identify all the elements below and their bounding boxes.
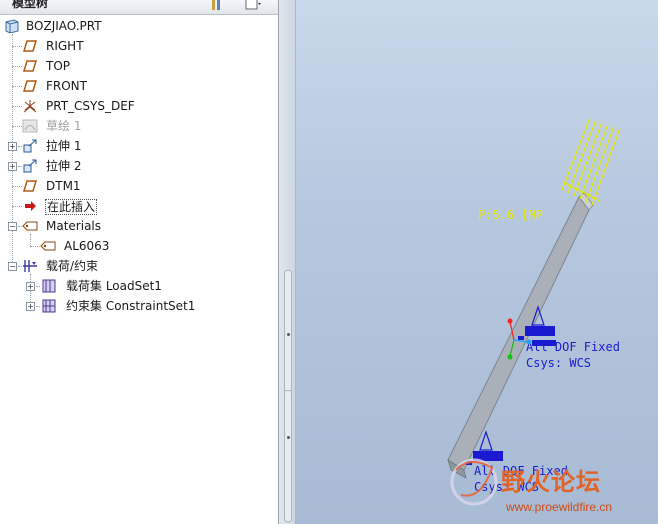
tree-item-csys[interactable]: PRT_CSYS_DEF: [0, 96, 270, 116]
constraintset-icon: [42, 299, 56, 313]
materials-icon: [22, 221, 38, 231]
panel-splitter[interactable]: [279, 0, 296, 524]
collapse-toggle[interactable]: −: [8, 222, 17, 231]
tree-item-label: 在此插入: [45, 199, 98, 215]
tree-item-label: 拉伸 2: [46, 159, 82, 173]
dof-label-upper: All DOF Fixed: [526, 340, 620, 354]
tree-item-extrude-1[interactable]: + 拉伸 1: [0, 136, 270, 156]
tree-item-sketch[interactable]: 草绘 1: [0, 116, 270, 136]
tree-item-constraintset1[interactable]: + 约束集 ConstraintSet1: [0, 296, 270, 316]
model-tree-header: 模型树: [0, 0, 278, 15]
watermark-url: www.proewildfire.cn: [506, 500, 613, 514]
expand-toggle[interactable]: +: [8, 142, 17, 151]
csys-label-upper: Csys: WCS: [526, 356, 591, 370]
material-item-icon: [40, 241, 56, 251]
tree-item-label: 拉伸 1: [46, 139, 82, 153]
watermark-name: 野火论坛: [501, 468, 601, 496]
tree-item-loadset1[interactable]: + 载荷集 LoadSet1: [0, 276, 270, 296]
csys-icon: [23, 100, 37, 113]
tree-item-label: FRONT: [46, 79, 87, 93]
tree-item-label: 载荷/约束: [46, 259, 99, 273]
datum-plane-icon: [22, 60, 38, 72]
datum-plane-icon: [22, 40, 38, 52]
tree-item-part[interactable]: BOZJIAO.PRT: [0, 16, 270, 36]
pressure-label: P:5.6 [MP: [478, 208, 543, 222]
splitter-grip-top[interactable]: [284, 270, 292, 402]
insert-arrow-icon: [25, 201, 36, 211]
datum-plane-icon: [22, 180, 38, 192]
tree-item-label: PRT_CSYS_DEF: [46, 99, 135, 113]
tree-item-label: 草绘 1: [46, 119, 82, 133]
tree-item-right[interactable]: RIGHT: [0, 36, 270, 56]
tree-item-label: 载荷集 LoadSet1: [66, 279, 162, 293]
datum-plane-icon: [22, 80, 38, 92]
model-tree-panel: 模型树 BOZJIAO.PRT RIGHT TOP FRONT PRT_CSYS…: [0, 0, 279, 524]
splitter-grip-bottom[interactable]: [284, 390, 292, 522]
tree-item-label: BOZJIAO.PRT: [26, 19, 102, 33]
loads-constraints-icon: [23, 260, 37, 272]
graphics-viewport[interactable]: P:5.6 [MP All DOF Fixed Csys: WCS All DO…: [296, 0, 658, 524]
tree-item-label: DTM1: [46, 179, 81, 193]
part-icon: [5, 19, 19, 33]
collapse-toggle[interactable]: −: [8, 262, 17, 271]
beam-model: [447, 192, 594, 479]
tree-item-extrude-2[interactable]: + 拉伸 2: [0, 156, 270, 176]
tree-item-label: TOP: [46, 59, 71, 73]
sketch-icon: [22, 119, 38, 133]
tree-settings-icon[interactable]: [211, 0, 225, 10]
loadset-icon: [42, 279, 56, 293]
tree-item-top[interactable]: TOP: [0, 56, 270, 76]
tree-item-front[interactable]: FRONT: [0, 76, 270, 96]
expand-toggle[interactable]: +: [26, 302, 35, 311]
pressure-load-arrows: [561, 117, 621, 206]
extrude-icon: [23, 159, 37, 173]
expand-toggle[interactable]: +: [8, 162, 17, 171]
tree-item-al6063[interactable]: AL6063: [0, 236, 270, 256]
tree-item-dtm1[interactable]: DTM1: [0, 176, 270, 196]
tree-show-icon[interactable]: [245, 0, 263, 10]
tree-item-label: RIGHT: [46, 39, 84, 53]
tree-item-label: 约束集 ConstraintSet1: [66, 299, 196, 313]
extrude-icon: [23, 139, 37, 153]
tree-item-materials[interactable]: − Materials: [0, 216, 270, 236]
tree-item-label: Materials: [46, 219, 102, 233]
model-tree-title: 模型树: [12, 0, 49, 10]
tree-item-loads-constraints[interactable]: − 载荷/约束: [0, 256, 270, 276]
tree-item-label: AL6063: [64, 239, 110, 253]
model-graphics: P:5.6 [MP All DOF Fixed Csys: WCS All DO…: [447, 117, 621, 506]
expand-toggle[interactable]: +: [26, 282, 35, 291]
tree-item-insert-here[interactable]: 在此插入: [0, 196, 270, 216]
